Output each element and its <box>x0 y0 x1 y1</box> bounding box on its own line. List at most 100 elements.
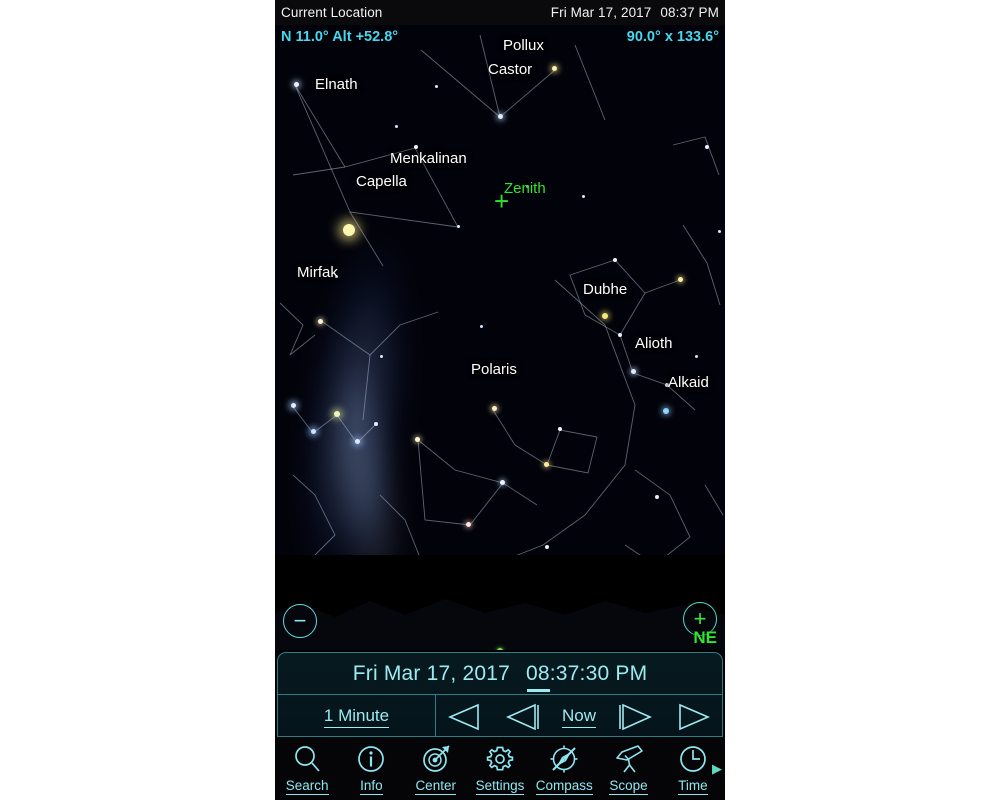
star-field-15 <box>695 355 698 358</box>
star-label-elnath: Elnath <box>315 76 358 93</box>
gear-icon <box>484 741 516 777</box>
toolbar-label-info: Info <box>360 778 383 795</box>
coordinate-readout: N 11.0° Alt +52.8° 90.0° x 133.6° <box>275 25 725 49</box>
star-elnath <box>294 82 299 87</box>
star-label-menkalinan: Menkalinan <box>390 150 467 167</box>
star-auriga-1 <box>457 225 460 228</box>
star-lynx-2 <box>500 480 505 485</box>
selected-field-underline <box>527 689 550 692</box>
toolbar-item-compass[interactable]: Compass <box>532 741 596 795</box>
star-field-2 <box>380 355 383 358</box>
star-umaj-2 <box>613 258 617 262</box>
star-dubhe <box>602 313 608 319</box>
star-label-alioth: Alioth <box>635 335 673 352</box>
step-forward-button[interactable] <box>613 702 655 732</box>
star-field-9 <box>655 495 659 499</box>
star-polaris <box>492 406 497 411</box>
star-label-capella: Capella <box>356 173 407 190</box>
star-merak <box>618 333 622 337</box>
toolbar-more-arrow-icon[interactable]: ▶ <box>712 761 722 777</box>
star-field-3 <box>435 85 438 88</box>
toolbar-label-scope: Scope <box>609 778 648 795</box>
status-time: 08:37 PM <box>660 5 719 20</box>
horizon-silhouette <box>275 555 725 650</box>
star-menkalinan <box>414 145 418 149</box>
time-rate-button[interactable]: 1 Minute <box>278 695 436 736</box>
star-castor-a <box>498 114 503 119</box>
star-pollux <box>552 66 557 71</box>
toolbar-item-settings[interactable]: Settings <box>468 741 532 795</box>
horizon-shape <box>275 565 725 650</box>
star-field-8 <box>480 325 483 328</box>
prev-icon <box>506 703 539 730</box>
toolbar-item-info[interactable]: Info <box>339 741 403 795</box>
star-lynx-1 <box>415 437 420 442</box>
zoom-out-button[interactable]: − <box>283 604 317 638</box>
compass-disabled-icon <box>548 741 580 777</box>
star-field-6 <box>705 145 709 149</box>
toolbar-item-scope[interactable]: Scope <box>596 741 660 795</box>
star-cassiopeia-1 <box>291 403 296 408</box>
star-label-dubhe: Dubhe <box>583 281 628 298</box>
telescope-icon <box>613 741 645 777</box>
time-control-panel: Fri Mar 17, 2017 08:37:30 PM 1 Minute No… <box>277 652 723 737</box>
star-mirfak <box>318 319 323 324</box>
star-lynx-3 <box>466 522 471 527</box>
star-field-14 <box>395 125 398 128</box>
time-controls-row: 1 Minute Now <box>278 695 722 736</box>
star-cassiopeia-4 <box>355 439 360 444</box>
horizon-center-marker <box>497 648 503 650</box>
star-label-castor: Castor <box>488 61 533 78</box>
toolbar-label-compass: Compass <box>535 778 593 795</box>
toolbar-label-settings: Settings <box>475 778 525 795</box>
center-target-icon <box>420 741 452 777</box>
datetime-date: Fri Mar 17, 2017 <box>352 661 510 685</box>
star-cassiopeia-2 <box>311 429 316 434</box>
now-label: Now <box>561 706 596 728</box>
time-step-buttons: Now <box>436 695 722 736</box>
star-label-mirfak: Mirfak <box>297 264 338 281</box>
prev-fast-icon <box>448 703 480 730</box>
star-umi-2 <box>558 427 562 431</box>
compass-direction-label: NE <box>693 628 717 647</box>
zenith-label: Zenith <box>504 180 546 197</box>
toolbar-item-search[interactable]: Search <box>275 741 339 795</box>
next-fast-icon <box>678 703 710 730</box>
search-icon <box>291 741 323 777</box>
star-app-window: Current Location Fri Mar 17, 2017 08:37 … <box>275 0 725 800</box>
star-capella <box>343 224 355 236</box>
star-cassiopeia-3 <box>334 411 340 417</box>
coords-direction-altitude: N 11.0° Alt +52.8° <box>281 29 399 45</box>
time-rate-label: 1 Minute <box>323 706 390 728</box>
star-umaj-1 <box>678 277 683 282</box>
star-label-polaris: Polaris <box>471 361 517 378</box>
star-field-5 <box>582 195 585 198</box>
star-alioth <box>631 369 636 374</box>
datetime-display[interactable]: Fri Mar 17, 2017 08:37:30 PM <box>278 653 722 695</box>
step-forward-fast-button[interactable] <box>672 702 714 732</box>
info-icon <box>355 741 387 777</box>
star-field-7 <box>718 230 721 233</box>
next-icon <box>618 703 652 730</box>
toolbar-item-center[interactable]: Center <box>404 741 468 795</box>
datetime-time: 08:37:30 PM <box>525 661 648 685</box>
status-datetime: Fri Mar 17, 2017 08:37 PM <box>551 5 719 20</box>
star-alkaid <box>663 408 669 414</box>
star-label-alkaid: Alkaid <box>668 374 709 391</box>
star-cassiopeia-5 <box>374 422 378 426</box>
step-back-fast-button[interactable] <box>444 702 486 732</box>
toolbar-label-center: Center <box>415 778 456 795</box>
sky-view[interactable]: N 11.0° Alt +52.8° 90.0° x 133.6° Pollux… <box>275 25 725 650</box>
status-date: Fri Mar 17, 2017 <box>550 5 652 20</box>
now-button[interactable]: Now <box>561 706 596 728</box>
status-location: Current Location <box>281 5 383 20</box>
status-bar: Current Location Fri Mar 17, 2017 08:37 … <box>275 0 725 25</box>
toolbar-label-search: Search <box>285 778 329 795</box>
star-umi-1 <box>544 462 549 467</box>
star-field-11 <box>545 545 549 549</box>
step-back-button[interactable] <box>503 702 545 732</box>
toolbar-label-time: Time <box>678 778 708 795</box>
coords-field-of-view: 90.0° x 133.6° <box>626 29 719 45</box>
clock-icon <box>677 741 709 777</box>
bottom-toolbar: Search Info Center Settings Compass Scop… <box>275 737 725 800</box>
